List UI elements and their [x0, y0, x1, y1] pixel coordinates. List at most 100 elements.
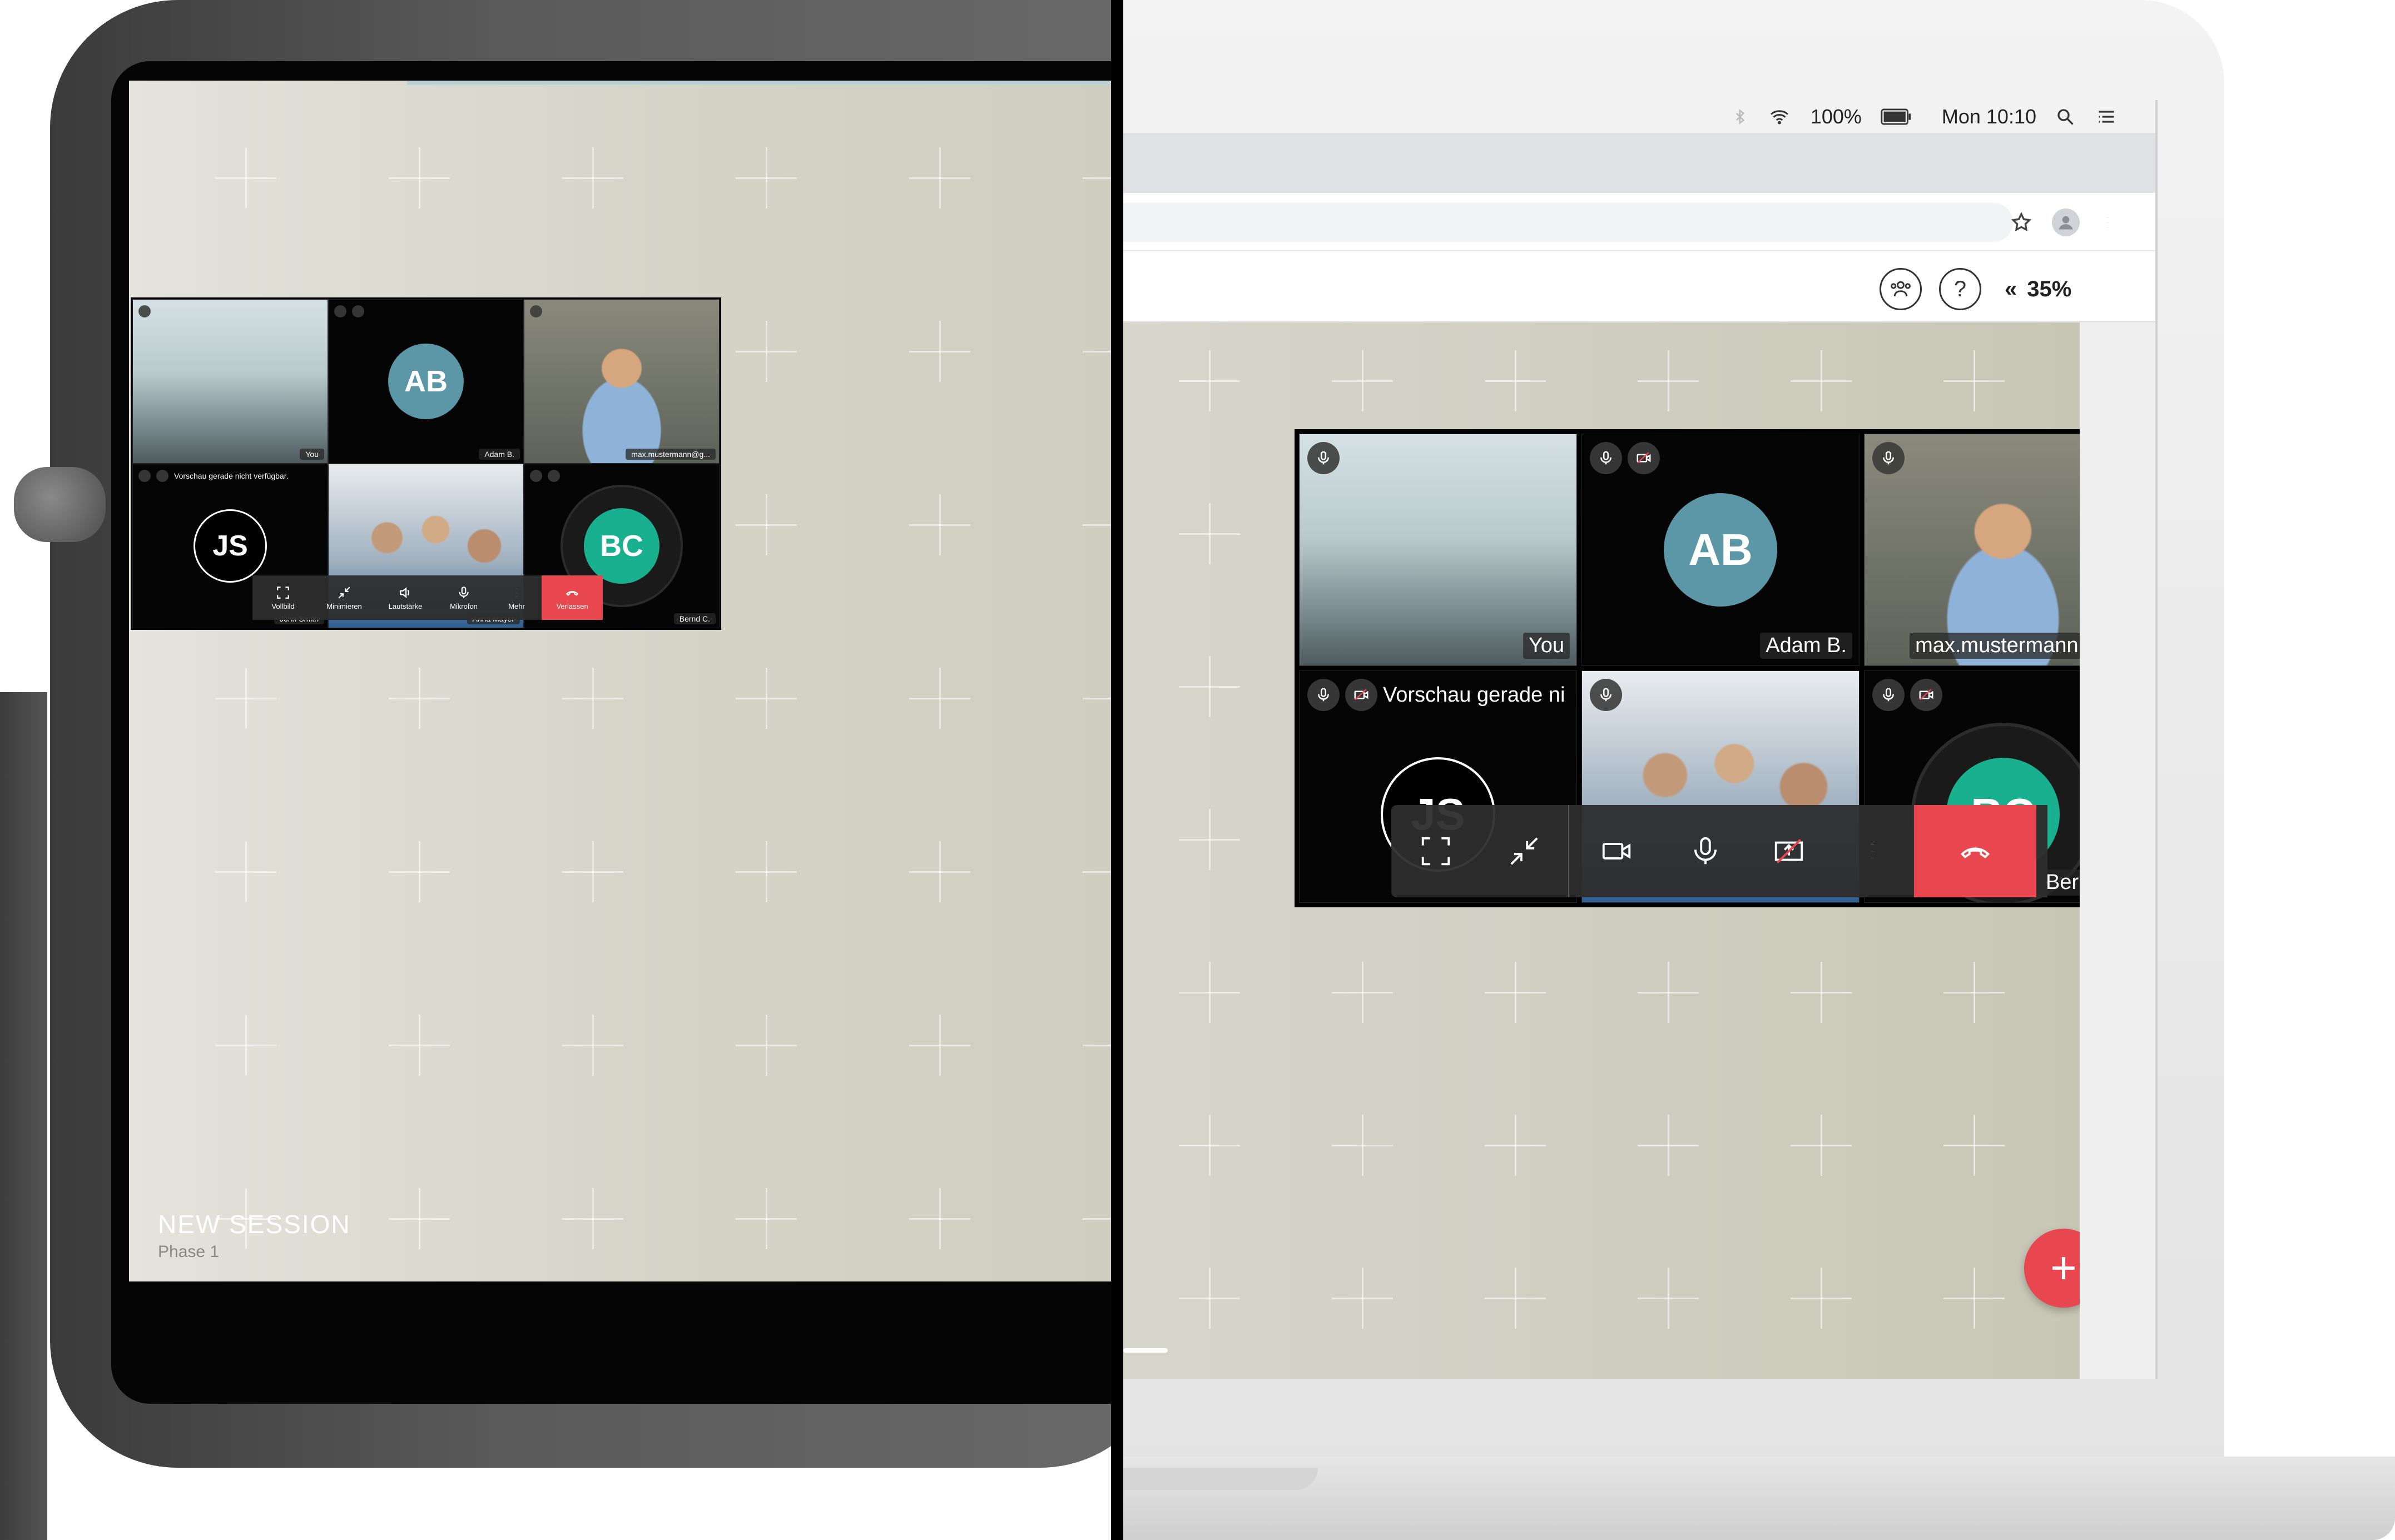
more-vertical-icon [2106, 217, 2109, 227]
grid-mark [562, 147, 623, 208]
hang-up-icon [1961, 847, 1990, 858]
grid-mark [1332, 962, 1393, 1023]
minimize-button[interactable]: Minimieren [314, 575, 375, 620]
camera-off-icon [352, 305, 364, 317]
browser-menu-button[interactable] [2096, 208, 2119, 236]
grid-mark [909, 841, 970, 902]
mic-button[interactable] [1664, 805, 1747, 897]
minimize-icon [338, 586, 350, 599]
collapse-icon[interactable]: « [2005, 277, 2017, 302]
spotlight-search-icon[interactable] [2055, 107, 2075, 127]
video-tile-adam[interactable]: AB Adam B. [1581, 434, 1860, 666]
grid-mark [1638, 350, 1699, 411]
mic-button[interactable]: Mikrofon [436, 575, 492, 620]
grid-mark [215, 1015, 276, 1076]
address-bar[interactable] [1123, 203, 2013, 242]
grid-mark [389, 668, 450, 729]
grid-mark [1083, 1188, 1112, 1249]
grid-mark [736, 147, 797, 208]
video-camera-icon [1602, 843, 1631, 860]
grid-mark [1179, 503, 1240, 564]
bookmark-button[interactable] [2007, 208, 2035, 236]
notification-center-icon[interactable] [2094, 107, 2119, 127]
fullscreen-button[interactable]: Vollbild [252, 575, 314, 620]
more-button[interactable]: Mehr [492, 575, 542, 620]
board-side-panel [2080, 322, 2155, 1379]
grid-mark [736, 494, 797, 555]
tile-name: You [300, 449, 324, 460]
grid-mark [562, 668, 623, 729]
grid-mark [215, 668, 276, 729]
laptop-screen[interactable]: 100% Mon 10:10 ? « 35% You AB Adam B. ma… [1123, 100, 2158, 1379]
grid-mark [389, 1015, 450, 1076]
bluetooth-icon [1735, 109, 1744, 125]
grid-mark [215, 147, 276, 208]
laptop-notch [1123, 1468, 1318, 1490]
grid-mark [1943, 962, 2005, 1023]
display-screen[interactable]: You AB Adam B. max.mustermann@g... Vorsc… [129, 81, 1112, 1281]
zoom-level: 35% [2027, 276, 2072, 301]
microphone-icon [459, 586, 469, 598]
grid-mark [1179, 656, 1240, 717]
more-vertical-icon [515, 588, 518, 597]
tile-name: You [1523, 633, 1570, 659]
speaker-icon [400, 587, 410, 598]
grid-mark [1179, 962, 1240, 1023]
session-phase: Phase 1 [158, 1243, 220, 1261]
grid-mark [1791, 962, 1852, 1023]
avatar-bc: BC [584, 508, 660, 584]
video-tile-adam[interactable]: AB Adam B. [328, 299, 524, 464]
mic-icon [334, 305, 346, 317]
volume-button[interactable]: Lautstärke [375, 575, 436, 620]
more-vertical-icon [1871, 844, 1874, 859]
screen-share-button[interactable] [1747, 805, 1831, 897]
grid-mark [1083, 494, 1112, 555]
browser-toolbar [1123, 193, 2155, 251]
participants-icon [1891, 281, 1911, 297]
profile-button[interactable] [2052, 208, 2080, 236]
video-tile-self[interactable]: You [132, 299, 328, 464]
grid-mark [1485, 962, 1546, 1023]
more-button[interactable] [1831, 805, 1914, 897]
grid-mark [909, 494, 970, 555]
fullscreen-button[interactable] [1391, 805, 1480, 897]
grid-mark [215, 841, 276, 902]
leave-button[interactable]: Verlassen [542, 575, 603, 620]
plus-icon: + [2050, 1243, 2077, 1293]
battery-percent: 100% [1810, 105, 1862, 128]
help-button[interactable]: ? [1939, 268, 1981, 310]
grid-mark [1791, 350, 1852, 411]
grid-mark [1083, 841, 1112, 902]
camera-button[interactable] [1569, 805, 1664, 897]
grid-mark [389, 841, 450, 902]
participants-button[interactable] [1880, 268, 1922, 310]
fullscreen-icon [1421, 837, 1450, 866]
session-progress-bar [407, 81, 1112, 85]
camera-off-icon [1345, 679, 1377, 711]
grid-mark [1943, 1268, 2005, 1329]
laptop-call-controls[interactable] [1391, 805, 2047, 897]
mic-icon [530, 305, 542, 317]
microphone-icon [1694, 837, 1717, 865]
grid-mark [736, 668, 797, 729]
grid-mark [736, 841, 797, 902]
board-canvas[interactable]: You AB Adam B. max.mustermann@g... Vorsc… [1123, 322, 2146, 1379]
grid-mark [1332, 1115, 1393, 1176]
leave-button[interactable] [1914, 805, 2036, 897]
video-tile-self[interactable]: You [1299, 434, 1577, 666]
grid-mark [1791, 1268, 1852, 1329]
video-tile-max[interactable]: max.mustermann@g... [524, 299, 720, 464]
mic-icon [1872, 442, 1905, 474]
zoom-control[interactable]: « 35% [2005, 274, 2071, 305]
grid-mark [562, 1015, 623, 1076]
board-horizontal-indicator [1123, 1348, 1168, 1353]
camera-off-icon [548, 470, 560, 482]
mic-icon [1590, 679, 1622, 711]
grid-mark [909, 147, 970, 208]
display-call-controls[interactable]: Vollbild Minimieren Lautstärke Mikrofon … [252, 575, 603, 620]
grid-mark [909, 321, 970, 382]
preview-notice: Vorschau gerade nicht verfügbar. [174, 471, 289, 480]
os-menubar: 100% Mon 10:10 [1123, 100, 2155, 135]
minimize-button[interactable] [1480, 805, 1569, 897]
grid-mark [736, 1015, 797, 1076]
